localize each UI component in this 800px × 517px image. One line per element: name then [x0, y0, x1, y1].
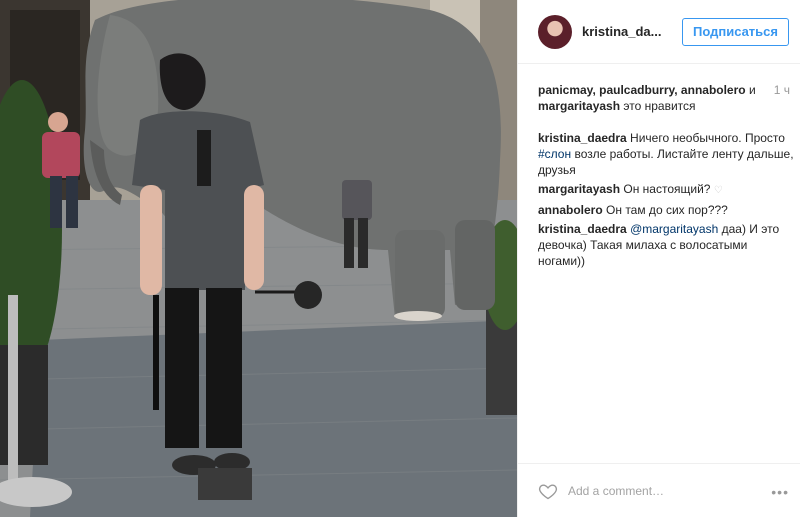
post-body: panicmay, paulcadburry, annabolero и mar… — [538, 82, 794, 272]
comment-author[interactable]: annabolero — [538, 203, 603, 217]
comment-item: annabolero Он там до сих пор??? — [538, 202, 794, 218]
comment-item: kristina_daedra @margaritayash даа) И эт… — [538, 221, 794, 269]
comment-text: Он там до сих пор??? — [602, 203, 728, 217]
liked-by-connector: и — [745, 83, 756, 97]
comment-author[interactable]: kristina_daedra — [538, 222, 627, 236]
instagram-post: kristina_da... Подписаться panicmay, pau… — [0, 0, 800, 517]
likes-line: panicmay, paulcadburry, annabolero и mar… — [538, 82, 794, 114]
comment-text: Ничего необычного. Просто — [626, 131, 785, 145]
comment-author[interactable]: kristina_daedra — [538, 131, 627, 145]
liked-by-names[interactable]: panicmay, paulcadburry, annabolero — [538, 83, 746, 97]
follow-button[interactable]: Подписаться — [681, 18, 789, 46]
elephant-photo-illustration — [0, 0, 517, 517]
post-timestamp[interactable]: 1 ч — [774, 82, 790, 98]
comment-like-icon[interactable]: ♡ — [714, 185, 723, 196]
ellipsis-icon[interactable]: ••• — [771, 484, 789, 500]
heart-outline-icon[interactable] — [538, 481, 558, 501]
avatar[interactable] — [538, 14, 572, 49]
post-footer: ••• — [518, 463, 800, 517]
comment-text: Он настоящий? — [620, 182, 711, 196]
liked-by-suffix: это нравится — [620, 99, 696, 113]
liked-by-last-name[interactable]: margaritayash — [538, 99, 620, 113]
comment-author[interactable]: margaritayash — [538, 182, 620, 196]
add-comment-input[interactable] — [568, 483, 748, 498]
comment-text: возле работы. Листайте ленту дальше, дру… — [538, 147, 794, 177]
comment-item: margaritayash Он настоящий? ♡ — [538, 181, 794, 199]
mention-link[interactable]: @margaritayash — [630, 222, 718, 236]
post-photo[interactable] — [0, 0, 517, 517]
post-author-username[interactable]: kristina_da... — [582, 24, 670, 39]
hashtag-link[interactable]: #слон — [538, 147, 571, 161]
post-header: kristina_da... Подписаться — [518, 0, 800, 64]
post-sidebar: kristina_da... Подписаться panicmay, pau… — [517, 0, 800, 517]
comment-item: kristina_daedra Ничего необычного. Прост… — [538, 130, 794, 178]
